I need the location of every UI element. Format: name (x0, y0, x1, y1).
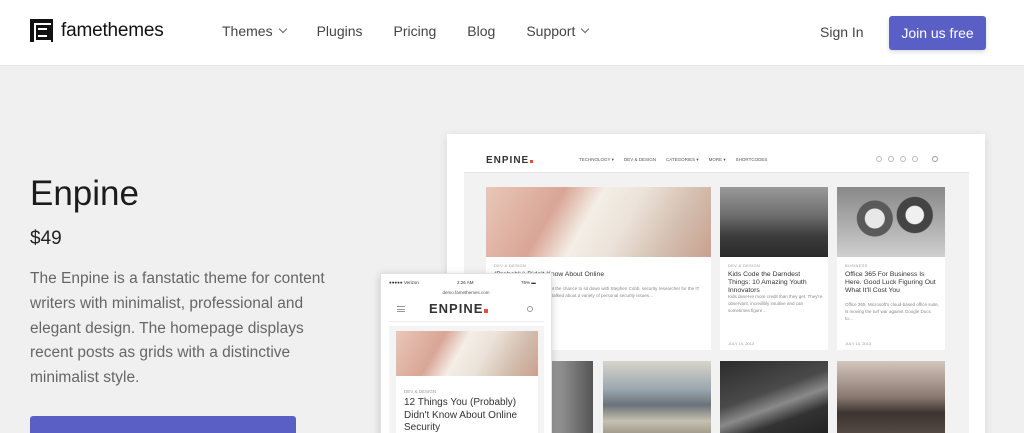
preview-post-card (837, 361, 945, 433)
post-thumbnail (720, 361, 828, 433)
post-thumbnail (837, 187, 945, 257)
preview-post-card: BUSINESS Office 365 For Business Is Here… (837, 187, 945, 350)
mobile-post-card: DEV & DESIGN 12 Things You (Probably) Di… (396, 331, 538, 433)
post-thumbnail (720, 187, 828, 257)
post-category: BUSINESS (845, 263, 868, 268)
post-title: 12 Things You (Probably) Didn't Know Abo… (404, 397, 518, 433)
social-icon (912, 156, 918, 162)
post-thumbnail (837, 361, 945, 433)
social-icon (900, 156, 906, 162)
preview-menu-item: DEV & DESIGN (623, 157, 656, 162)
post-excerpt: Office 365, Microsoft's cloud-based offi… (845, 302, 939, 321)
search-icon (527, 306, 533, 312)
social-icon (888, 156, 894, 162)
product-description: The Enpine is a fanstatic theme for cont… (30, 270, 325, 387)
sign-in-link[interactable]: Sign In (820, 24, 864, 40)
post-thumbnail (396, 331, 538, 376)
brand-logo[interactable]: famethemes (30, 19, 164, 42)
carrier-label: ●●●●● Verizon (389, 280, 419, 285)
search-icon (932, 156, 938, 162)
preview-menu-item: SHORTCODES (735, 157, 768, 162)
preview-menu-item: MORE ▾ (708, 157, 726, 162)
mobile-content: DEV & DESIGN 12 Things You (Probably) Di… (389, 326, 544, 433)
primary-cta-button[interactable] (30, 416, 296, 433)
preview-post-card (720, 361, 828, 433)
chevron-down-icon (278, 24, 287, 34)
mobile-preview: ●●●●● Verizon 2:26 AM 76% ▬ demo.famethe… (380, 273, 552, 433)
preview-menu: TECHNOLOGY ▾ DEV & DESIGN CATEGORIES ▾ M… (579, 157, 767, 163)
phone-status-bar: ●●●●● Verizon 2:26 AM 76% ▬ (381, 280, 551, 290)
battery-indicator: 76% ▬ (521, 280, 536, 285)
hamburger-menu-icon (397, 306, 405, 312)
famethemes-logo-icon (30, 19, 53, 42)
post-thumbnail (603, 361, 711, 433)
post-category: DEV & DESIGN (494, 263, 527, 268)
preview-post-card: DEV & DESIGN Kids Code the Darndest Thin… (720, 187, 828, 350)
product-title: Enpine (30, 174, 139, 213)
join-free-button[interactable]: Join us free (889, 16, 986, 50)
nav-item-pricing[interactable]: Pricing (394, 23, 437, 39)
mobile-logo: ENPINE (429, 301, 489, 316)
post-date: JULY 14, 2013 (728, 341, 755, 346)
post-thumbnail (486, 187, 711, 257)
nav-item-support[interactable]: Support (526, 23, 590, 39)
site-header: famethemes Themes Plugins Pricing Blog S… (0, 0, 1024, 66)
nav-item-themes[interactable]: Themes (222, 23, 287, 39)
preview-post-card (603, 361, 711, 433)
nav-item-plugins[interactable]: Plugins (317, 23, 363, 39)
post-title: Kids Code the Darndest Things: 10 Amazin… (728, 271, 807, 294)
chevron-down-icon (581, 24, 590, 34)
preview-navbar: ENPINE TECHNOLOGY ▾ DEV & DESIGN CATEGOR… (464, 149, 969, 173)
mobile-url: demo.famethemes.com (442, 290, 490, 295)
post-date: JULY 14, 2013 (845, 341, 872, 346)
product-price: $49 (30, 228, 62, 249)
brand-name: famethemes (61, 19, 164, 41)
preview-menu-item: CATEGORIES ▾ (665, 157, 699, 162)
post-category: DEV & DESIGN (728, 263, 761, 268)
preview-logo: ENPINE (486, 155, 534, 166)
preview-menu-item: TECHNOLOGY ▾ (579, 157, 614, 162)
preview-social-icons (876, 156, 918, 162)
post-excerpt: Kids deserve more credit than they get. … (728, 294, 823, 313)
status-time: 2:26 AM (457, 280, 474, 285)
post-category: DEV & DESIGN (404, 389, 437, 394)
main-nav: Themes Plugins Pricing Blog Support (222, 23, 619, 39)
social-icon (876, 156, 882, 162)
post-title: Office 365 For Business Is Here. Good Lu… (845, 271, 936, 294)
nav-item-blog[interactable]: Blog (467, 23, 495, 39)
